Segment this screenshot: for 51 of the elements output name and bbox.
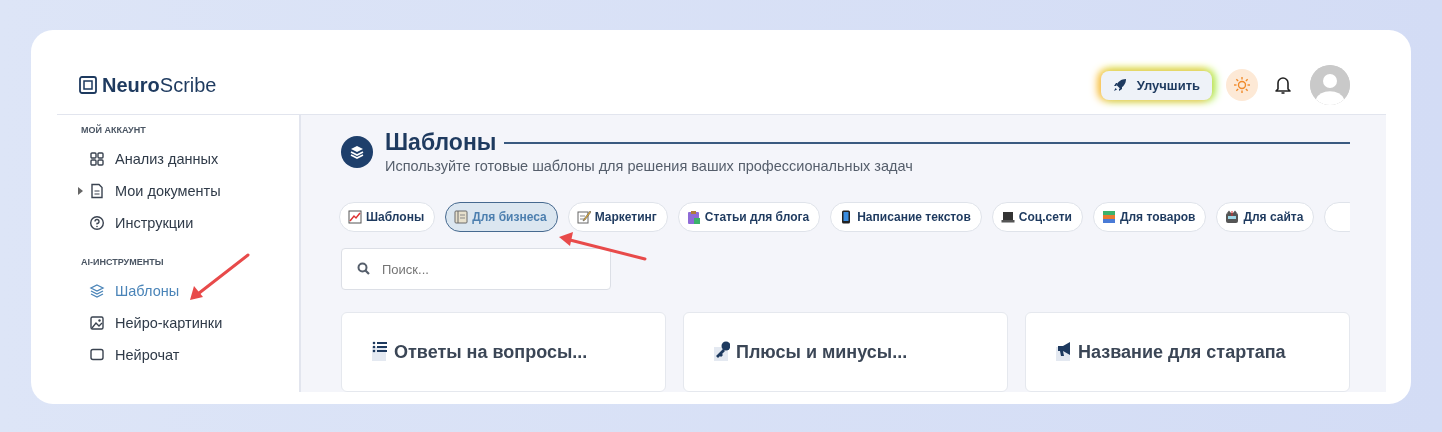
document-icon	[89, 183, 105, 199]
search-field[interactable]: Поиск...	[341, 248, 611, 290]
upgrade-button[interactable]: Улучшить	[1100, 70, 1212, 100]
category-chip[interactable]: Статьи для блога	[677, 202, 821, 232]
category-chip[interactable]: Маркетинг	[567, 202, 668, 232]
page-title: Шаблоны	[385, 129, 497, 156]
sidebar-item[interactable]: Нейро-картинки	[81, 307, 299, 339]
category-chip[interactable]: Написание текстов	[830, 202, 982, 232]
ledger-icon	[454, 210, 469, 224]
card-title: Ответы на вопросы...	[394, 341, 588, 363]
template-card[interactable]: Название для стартапа	[1025, 312, 1350, 392]
layers-icon	[89, 283, 105, 299]
section-heading: AI-ИНСТРУМЕНТЫ	[81, 257, 165, 267]
category-chip[interactable]: Для сайта	[1216, 202, 1315, 232]
key-icon	[714, 341, 730, 361]
sidebar-item[interactable]: Нейрочат	[81, 339, 299, 371]
card-title: Название для стартапа	[1078, 341, 1286, 363]
caret-icon[interactable]	[78, 187, 83, 195]
clipboard-icon	[686, 210, 701, 224]
template-card[interactable]: Ответы на вопросы...	[341, 312, 666, 392]
category-chip[interactable]: Соц.сети	[991, 202, 1083, 232]
chart-icon	[348, 210, 362, 224]
logo-icon	[79, 76, 97, 94]
sidebar-item[interactable]: Инструкции	[81, 207, 299, 239]
category-chip[interactable]: Шаблоны	[339, 202, 436, 232]
robot-icon	[1225, 210, 1240, 224]
layers-badge-icon	[341, 135, 373, 168]
sidebar-item[interactable]: Мои документы	[81, 175, 299, 207]
card-title: Плюсы и минусы...	[736, 341, 908, 363]
search-icon	[357, 262, 370, 275]
bell-icon[interactable]	[1274, 75, 1292, 95]
sidebar-item[interactable]: Анализ данных	[81, 143, 299, 175]
sun-icon	[1233, 76, 1251, 94]
grid-icon	[89, 151, 105, 167]
image-icon	[89, 315, 105, 331]
page-subtitle: Используйте готовые шаблоны для решения ваших профессиональных задач	[385, 158, 914, 174]
category-chip[interactable]: Для товаров	[1092, 202, 1207, 232]
brand-name: NeuroScribe	[102, 73, 217, 97]
theme-toggle-button[interactable]	[1226, 69, 1258, 101]
list-icon	[372, 341, 388, 361]
sidebar-item[interactable]: Шаблоны	[81, 275, 299, 307]
avatar-icon[interactable]	[1310, 65, 1350, 105]
template-card[interactable]: Плюсы и минусы...	[683, 312, 1008, 392]
books-icon	[1101, 210, 1116, 224]
rocket-icon	[1112, 78, 1127, 92]
section-heading: МОЙ АККАУНТ	[81, 125, 147, 135]
laptop-icon	[1000, 210, 1015, 224]
memo-icon	[576, 210, 591, 224]
chat-icon	[89, 347, 105, 363]
megaphone-icon	[1056, 341, 1072, 361]
help-icon	[89, 215, 105, 231]
